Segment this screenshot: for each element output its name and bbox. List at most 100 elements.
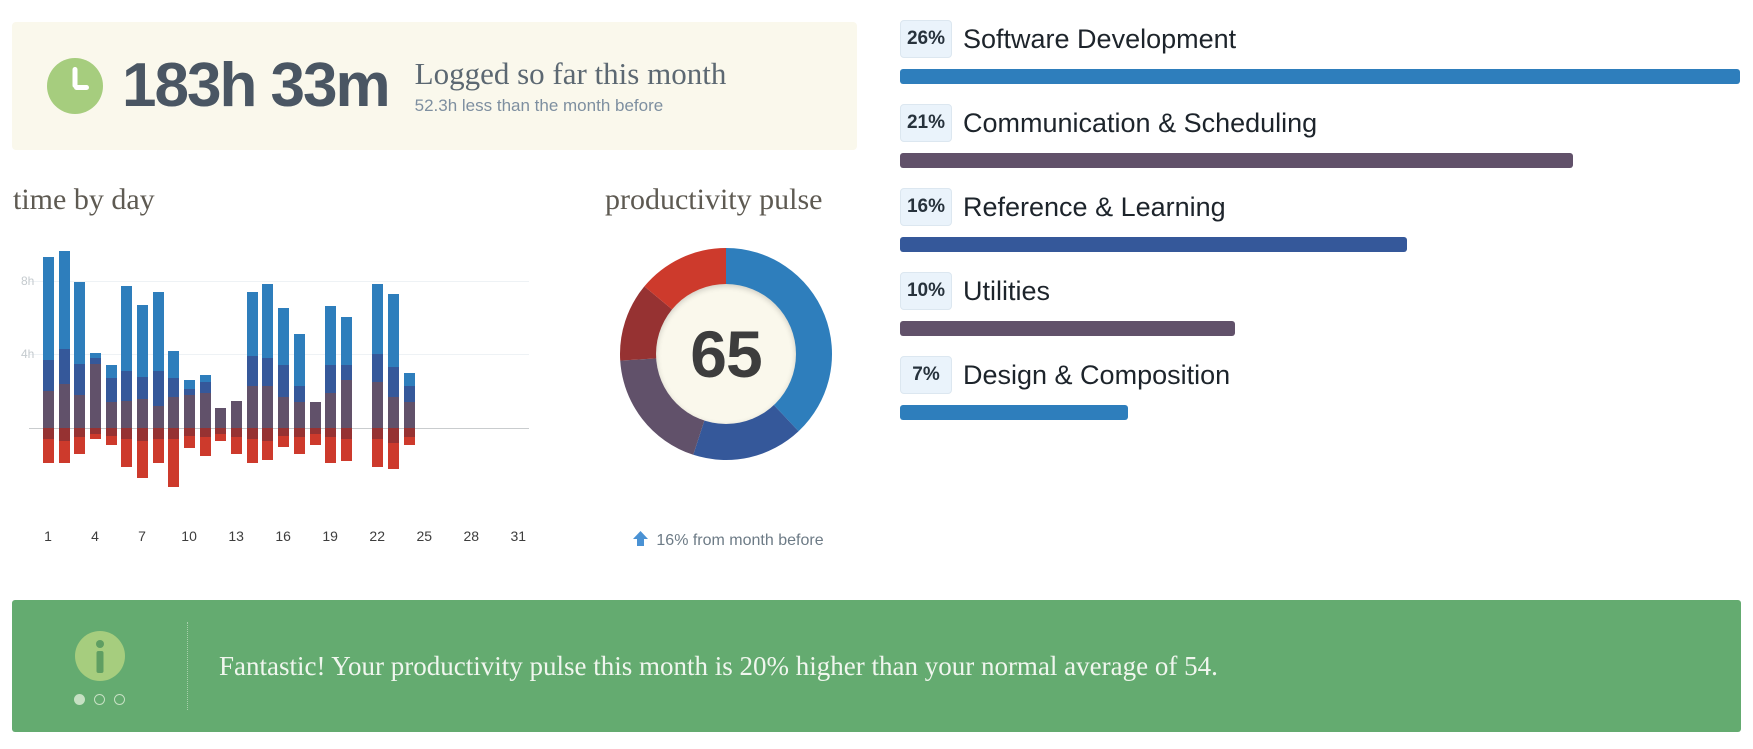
- bar-column[interactable]: [372, 236, 384, 508]
- bar-column[interactable]: [435, 236, 446, 508]
- bar-segment: [199, 393, 211, 429]
- bar-column[interactable]: [357, 236, 368, 508]
- bar-column[interactable]: [309, 236, 321, 508]
- bar-segment: [58, 441, 70, 464]
- category-name[interactable]: Design & Composition: [963, 360, 1230, 391]
- category-name[interactable]: Reference & Learning: [963, 192, 1226, 223]
- bar-segment: [90, 352, 102, 359]
- bar-segment: [74, 437, 86, 455]
- bar-segment: [121, 286, 133, 371]
- bar-column[interactable]: [513, 236, 524, 508]
- pagination-dot[interactable]: [94, 694, 105, 705]
- bar-column[interactable]: [262, 236, 274, 508]
- x-axis-tick: 22: [369, 528, 386, 544]
- bar-segment: [121, 400, 133, 429]
- bar-column[interactable]: [278, 236, 290, 508]
- bar-segment: [293, 428, 305, 438]
- bar-column[interactable]: [105, 236, 117, 508]
- bar-segment: [278, 435, 290, 447]
- category-bar-track: [900, 405, 1740, 420]
- clock-icon: [46, 57, 104, 115]
- bar-segment: [105, 378, 117, 403]
- footer-pagination-dots[interactable]: [74, 694, 125, 705]
- bar-column[interactable]: [199, 236, 211, 508]
- category-bar-fill: [900, 153, 1573, 168]
- category-name[interactable]: Communication & Scheduling: [963, 108, 1317, 139]
- bar-column[interactable]: [168, 236, 180, 508]
- bar-segment: [199, 374, 211, 383]
- bar-segment: [262, 358, 274, 386]
- bar-segment: [215, 407, 227, 429]
- bar-column[interactable]: [184, 236, 196, 508]
- x-axis-tick: 25: [416, 528, 433, 544]
- category-name[interactable]: Software Development: [963, 24, 1236, 55]
- bar-column[interactable]: [74, 236, 86, 508]
- chart-bars: [13, 236, 553, 508]
- x-axis-tick: 28: [463, 528, 480, 544]
- category-bar-track: [900, 69, 1740, 84]
- bar-column[interactable]: [215, 236, 227, 508]
- bar-segment: [121, 371, 133, 401]
- bar-column[interactable]: [419, 236, 430, 508]
- pagination-dot[interactable]: [114, 694, 125, 705]
- bar-segment: [152, 439, 164, 464]
- bar-column[interactable]: [121, 236, 133, 508]
- category-row[interactable]: 26% Software Development: [900, 20, 1740, 84]
- bar-segment: [387, 293, 399, 368]
- bar-column[interactable]: [466, 236, 477, 508]
- bar-segment: [403, 437, 415, 445]
- category-row[interactable]: 16% Reference & Learning: [900, 188, 1740, 252]
- summary-headline: Logged so far this month: [414, 56, 727, 92]
- bar-segment: [325, 306, 337, 366]
- time-by-day-title: time by day: [13, 183, 155, 216]
- x-axis-tick: 13: [228, 528, 244, 544]
- bar-column[interactable]: [90, 236, 102, 508]
- bar-column[interactable]: [340, 236, 352, 508]
- bar-column[interactable]: [498, 236, 509, 508]
- category-header: 21% Communication & Scheduling: [900, 104, 1740, 142]
- bar-segment: [278, 428, 290, 436]
- total-logged-time: 183h 33m: [122, 51, 391, 120]
- bar-segment: [137, 376, 149, 399]
- bar-segment: [137, 441, 149, 478]
- bar-column[interactable]: [152, 236, 164, 508]
- bar-column[interactable]: [325, 236, 337, 508]
- category-percent-badge: 21%: [900, 104, 952, 142]
- bar-segment: [184, 394, 196, 429]
- bar-segment: [246, 428, 258, 440]
- bar-segment: [372, 428, 384, 440]
- bar-column[interactable]: [387, 236, 399, 508]
- bar-segment: [387, 442, 399, 469]
- bar-segment: [105, 435, 117, 445]
- bar-column[interactable]: [43, 236, 54, 508]
- category-bar-track: [900, 237, 1740, 252]
- bar-column[interactable]: [137, 236, 149, 508]
- category-header: 7% Design & Composition: [900, 356, 1740, 394]
- bar-column[interactable]: [451, 236, 462, 508]
- bar-column[interactable]: [231, 236, 243, 508]
- bar-segment: [184, 435, 196, 449]
- category-row[interactable]: 7% Design & Composition: [900, 356, 1740, 420]
- top-categories-list: 26% Software Development 21% Communication …: [900, 20, 1740, 440]
- x-axis-tick: 4: [91, 528, 99, 544]
- category-row[interactable]: 10% Utilities: [900, 272, 1740, 336]
- bar-segment: [403, 372, 415, 386]
- bar-segment: [403, 402, 415, 429]
- bar-column[interactable]: [403, 236, 415, 508]
- bar-segment: [293, 402, 305, 429]
- x-axis-tick: 19: [322, 528, 338, 544]
- bar-column[interactable]: [246, 236, 258, 508]
- bar-segment: [262, 385, 274, 429]
- pagination-dot[interactable]: [74, 694, 85, 705]
- category-percent-badge: 10%: [900, 272, 952, 310]
- bar-segment: [262, 428, 274, 442]
- category-row[interactable]: 21% Communication & Scheduling: [900, 104, 1740, 168]
- bar-column[interactable]: [58, 236, 70, 508]
- category-percent-badge: 16%: [900, 188, 952, 226]
- footer-divider: [187, 622, 189, 710]
- bar-column[interactable]: [293, 236, 305, 508]
- category-name[interactable]: Utilities: [963, 276, 1050, 307]
- bar-column[interactable]: [482, 236, 493, 508]
- x-axis-tick: 7: [138, 528, 146, 544]
- bar-segment: [340, 317, 352, 366]
